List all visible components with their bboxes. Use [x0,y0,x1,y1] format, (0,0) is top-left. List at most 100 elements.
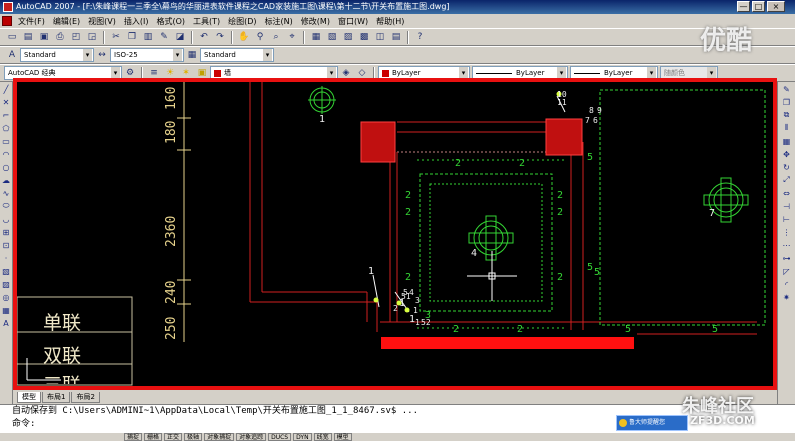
menu-dimension[interactable]: 标注(N) [261,16,297,27]
ellipse-icon[interactable]: ⬭ [0,200,12,212]
multiline-text-icon[interactable]: A [0,317,12,329]
sheet-set-icon[interactable]: ▩ [357,30,371,44]
text-style-icon[interactable]: A [5,48,19,62]
rectangle-icon[interactable]: ▭ [0,135,12,147]
move-icon[interactable]: ✥ [781,148,793,160]
polar-toggle[interactable]: 极轴 [184,433,203,441]
ortho-toggle[interactable]: 正交 [164,433,183,441]
stretch-icon[interactable]: ⇔ [781,187,793,199]
table-icon[interactable]: ▦ [0,304,12,316]
revision-cloud-icon[interactable]: ☁ [0,174,12,186]
redo-icon[interactable]: ↷ [213,30,227,44]
erase-icon[interactable]: ✎ [781,83,793,95]
fillet-icon[interactable]: ◜ [781,278,793,290]
menu-edit[interactable]: 编辑(E) [49,16,84,27]
text-style-select[interactable]: Standard [20,48,94,62]
offset-icon[interactable]: ⫴ [781,122,793,134]
menu-insert[interactable]: 插入(I) [120,16,153,27]
new-icon[interactable]: ▭ [5,30,19,44]
ducs-toggle[interactable]: DUCS [268,433,292,441]
model-toggle[interactable]: 模型 [333,433,352,441]
document-icon[interactable] [2,16,12,26]
preview-icon[interactable]: ◰ [69,30,83,44]
minimize-button[interactable]: — [737,1,750,12]
maximize-button[interactable]: □ [752,1,765,12]
extend-icon[interactable]: ⊢ [781,213,793,225]
array-icon[interactable]: ▦ [781,135,793,147]
properties-icon[interactable]: ▦ [309,30,323,44]
block-editor-icon[interactable]: ◪ [173,30,187,44]
point-icon[interactable]: · [0,252,12,264]
copy-object-icon[interactable]: ❐ [781,96,793,108]
drawing-canvas[interactable]: 160 180 2360 240 250 单联 双联 三联 1 4 7 1 1 … [13,78,777,390]
close-button[interactable]: × [767,1,785,12]
pan-icon[interactable]: ✋ [237,30,251,44]
menu-format[interactable]: 格式(O) [152,16,189,27]
otrack-toggle[interactable]: 对象追踪 [236,433,267,441]
snap-toggle[interactable]: 捕捉 [124,433,143,441]
menu-window[interactable]: 窗口(W) [334,16,372,27]
arc-icon[interactable]: ◠ [0,148,12,160]
rotate-icon[interactable]: ↻ [781,161,793,173]
gradient-icon[interactable]: ▨ [0,278,12,290]
open-icon[interactable]: ▤ [21,30,35,44]
menu-draw[interactable]: 绘图(D) [224,16,260,27]
menu-help[interactable]: 帮助(H) [372,16,408,27]
circuit-label: 2 [557,190,564,201]
legend-single-switch: 单联 [43,312,82,334]
plot-icon[interactable]: ⎙ [53,30,67,44]
dim-style-select[interactable]: ISO-25 [110,48,184,62]
dim-style-icon[interactable]: ↔ [95,48,109,62]
menu-tools[interactable]: 工具(T) [189,16,224,27]
cut-icon[interactable]: ✂ [109,30,123,44]
calculator-icon[interactable]: ▤ [389,30,403,44]
insert-block-icon[interactable]: ⊞ [0,226,12,238]
polyline-icon[interactable]: ⌐ [0,109,12,121]
color-swatch [382,69,389,77]
table-style-icon[interactable]: ▦ [185,48,199,62]
table-style-select[interactable]: Standard [200,48,274,62]
osnap-toggle[interactable]: 对象捕捉 [204,433,235,441]
explode-icon[interactable]: ✷ [781,291,793,303]
polygon-icon[interactable]: ⬠ [0,122,12,134]
lineweight-toggle[interactable]: 线宽 [313,433,332,441]
match-properties-icon[interactable]: ✎ [157,30,171,44]
trim-icon[interactable]: ⊣ [781,200,793,212]
dyn-toggle[interactable]: DYN [293,433,312,441]
publish-icon[interactable]: ◲ [85,30,99,44]
construction-line-icon[interactable]: ✕ [0,96,12,108]
zoom-window-icon[interactable]: ⌕ [269,30,283,44]
tab-layout1[interactable]: 布局1 [42,391,71,403]
mirror-icon[interactable]: ⧉ [781,109,793,121]
zoom-realtime-icon[interactable]: ⚲ [253,30,267,44]
make-block-icon[interactable]: ⊡ [0,239,12,251]
paste-icon[interactable]: ▥ [141,30,155,44]
break-at-point-icon[interactable]: ⋮ [781,226,793,238]
save-icon[interactable]: ▣ [37,30,51,44]
chamfer-icon[interactable]: ◸ [781,265,793,277]
modify-toolbar: ✎ ❐ ⧉ ⫴ ▦ ✥ ↻ ⤢ ⇔ ⊣ ⊢ ⋮ ⋯ ⊶ ◸ ◜ ✷ [777,82,795,404]
copy-icon[interactable]: ❐ [125,30,139,44]
join-icon[interactable]: ⊶ [781,252,793,264]
ellipse-arc-icon[interactable]: ◡ [0,213,12,225]
hatch-icon[interactable]: ▧ [0,265,12,277]
menu-file[interactable]: 文件(F) [14,16,49,27]
undo-icon[interactable]: ↶ [197,30,211,44]
markup-icon[interactable]: ◫ [373,30,387,44]
break-icon[interactable]: ⋯ [781,239,793,251]
line-icon[interactable]: ╱ [0,83,12,95]
tool-palettes-icon[interactable]: ▨ [341,30,355,44]
design-center-icon[interactable]: ▧ [325,30,339,44]
region-icon[interactable]: ◎ [0,291,12,303]
tab-layout2[interactable]: 布局2 [71,391,100,403]
menu-modify[interactable]: 修改(M) [297,16,334,27]
menu-view[interactable]: 视图(V) [84,16,120,27]
grid-toggle[interactable]: 栅格 [144,433,163,441]
tab-model[interactable]: 模型 [17,391,41,403]
help-icon[interactable]: ? [413,30,427,44]
circle-icon[interactable]: ○ [0,161,12,173]
zoom-previous-icon[interactable]: ⌖ [285,30,299,44]
spline-icon[interactable]: ∿ [0,187,12,199]
scale-icon[interactable]: ⤢ [781,174,793,186]
fixture-label: 4 [471,248,478,259]
